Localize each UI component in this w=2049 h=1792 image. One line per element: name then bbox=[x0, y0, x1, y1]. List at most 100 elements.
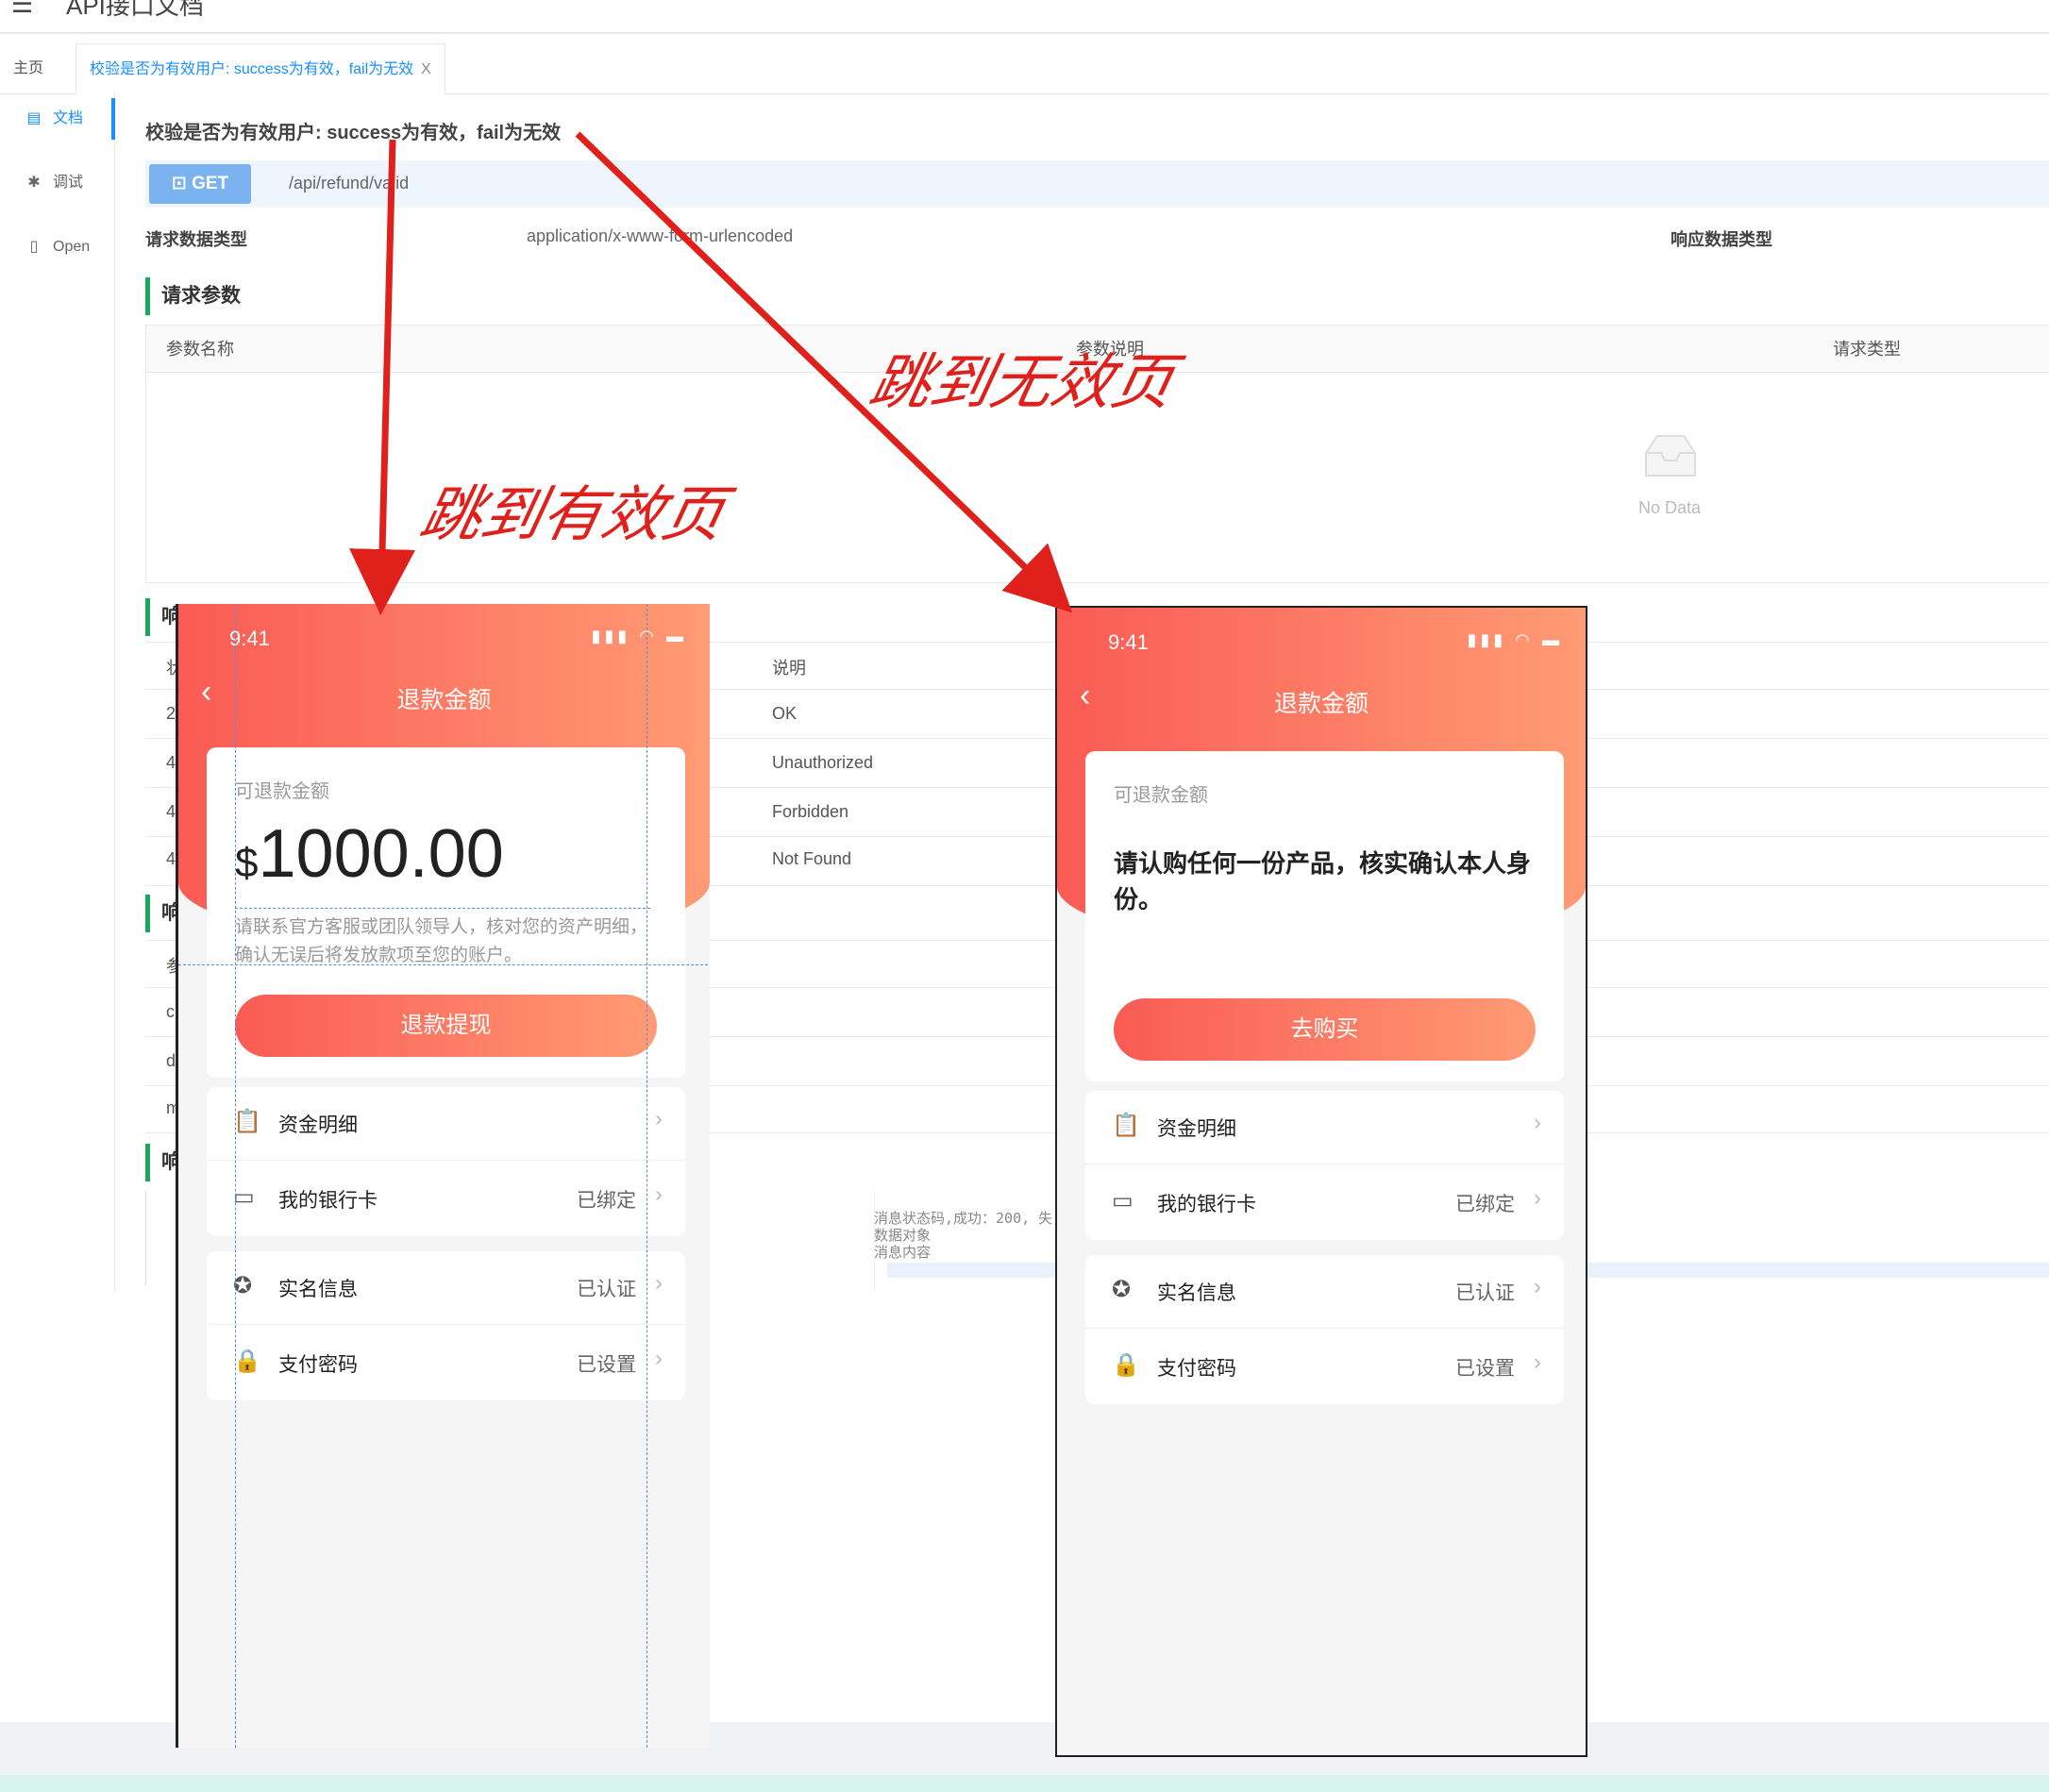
bug-icon: ✱ bbox=[27, 175, 41, 191]
side-item-debug[interactable]: ✱ 调试 bbox=[0, 164, 113, 202]
phone-title: 退款金额 bbox=[1273, 691, 1369, 717]
code-comment: 消息内容 bbox=[874, 1244, 932, 1261]
refundable-label: 可退款金额 bbox=[1114, 785, 1208, 806]
refund-card: 可退款金额 请认购任何一份产品，核实确认本人身份。 去购买 bbox=[1085, 751, 1564, 1081]
guide-line bbox=[178, 964, 710, 965]
phone-title: 退款金额 bbox=[396, 687, 492, 713]
document-icon: ▤ bbox=[26, 110, 42, 126]
menu-row-bankcard[interactable]: ▭ 我的银行卡 已绑定 › bbox=[1085, 1166, 1564, 1240]
menu-row-label: 支付密码 bbox=[278, 1354, 358, 1376]
side-item-doc[interactable]: ▤ 文档 bbox=[0, 100, 113, 138]
refund-card: 可退款金额 $1000.00 请联系官方客服或团队领导人，核对您的资产明细，确认… bbox=[207, 747, 685, 1078]
chevron-right-icon: › bbox=[1534, 1274, 1541, 1299]
menu-row-bankcard[interactable]: ▭ 我的银行卡 已绑定 › bbox=[207, 1163, 685, 1236]
side-item-open-label: Open bbox=[53, 239, 91, 255]
tab-active-label: 校验是否为有效用户: success为有效，fail为无效 bbox=[90, 61, 414, 77]
status-row-prefix: 4 bbox=[166, 802, 176, 821]
guide-line bbox=[235, 908, 650, 909]
side-item-open[interactable]: ▯ Open bbox=[0, 228, 113, 266]
params-col-name: 参数名称 bbox=[166, 340, 234, 359]
chevron-right-icon: › bbox=[655, 1346, 663, 1371]
tab-bar: 主页 校验是否为有效用户: success为有效，fail为无效 X bbox=[0, 43, 2049, 94]
lock-icon: 🔒 bbox=[233, 1348, 261, 1374]
refund-note: 请联系官方客服或团队领导人，核对您的资产明细，确认无误后将发放款项至您的账户。 bbox=[235, 917, 648, 965]
clipboard-icon: 📋 bbox=[233, 1109, 261, 1134]
menu-row-label: 实名信息 bbox=[278, 1279, 358, 1300]
menu-group-2: ✪ 实名信息 已认证 › 🔒 支付密码 已设置 › bbox=[207, 1251, 685, 1400]
menu-row-label: 我的银行卡 bbox=[1157, 1194, 1256, 1215]
menu-row-value: 已认证 bbox=[577, 1279, 636, 1300]
close-icon[interactable]: X bbox=[421, 61, 431, 77]
resp-type-label: 响应数据类型 bbox=[1671, 230, 1772, 249]
menu-group-1: 📋 资金明细 › ▭ 我的银行卡 已绑定 › bbox=[1085, 1091, 1564, 1240]
menu-row-paypassword[interactable]: 🔒 支付密码 已设置 › bbox=[207, 1327, 685, 1400]
phone-invalid-screen: 9:41 ▮▮▮ ◠ ▬ ‹ 退款金额 可退款金额 请认购任何一份产品，核实确认… bbox=[1055, 606, 1587, 1757]
menu-row-label: 实名信息 bbox=[1157, 1282, 1236, 1304]
refundable-label: 可退款金额 bbox=[235, 781, 329, 802]
clipboard-icon: 📋 bbox=[1112, 1113, 1140, 1138]
empty-box-icon bbox=[1645, 435, 1696, 477]
bankcard-icon: ▭ bbox=[233, 1184, 255, 1210]
file-icon: ▯ bbox=[29, 239, 39, 255]
menu-row-funds[interactable]: 📋 资金明细 › bbox=[207, 1087, 685, 1161]
lock-icon: 🔒 bbox=[1112, 1352, 1140, 1378]
chevron-right-icon: › bbox=[1534, 1185, 1541, 1211]
code-comment: 消息状态码,成功：200, 失 bbox=[874, 1210, 1053, 1227]
currency-symbol: $ bbox=[235, 840, 259, 886]
badge-icon: ✪ bbox=[233, 1273, 253, 1298]
go-buy-button[interactable]: 去购买 bbox=[1114, 998, 1536, 1061]
params-heading: 请求参数 bbox=[145, 277, 241, 315]
chevron-right-icon: › bbox=[1534, 1349, 1541, 1375]
guide-line bbox=[235, 604, 236, 1748]
menu-row-value: 已绑定 bbox=[1455, 1194, 1515, 1215]
status-row-prefix: 4 bbox=[166, 849, 176, 868]
menu-row-label: 资金明细 bbox=[278, 1114, 358, 1136]
resp-row-prefix: c bbox=[166, 1002, 175, 1021]
refund-withdraw-button[interactable]: 退款提现 bbox=[235, 995, 657, 1057]
doc-title: 校验是否为有效用户: success为有效，fail为无效 bbox=[145, 123, 562, 143]
menu-row-funds[interactable]: 📋 资金明细 › bbox=[1085, 1091, 1564, 1164]
menu-group-1: 📋 资金明细 › ▭ 我的银行卡 已绑定 › bbox=[207, 1087, 685, 1236]
side-menu bbox=[0, 94, 115, 1293]
bottom-strip bbox=[0, 1775, 2049, 1792]
status-icons: ▮▮▮ ◠ ▬ bbox=[591, 627, 687, 645]
refund-amount: $1000.00 bbox=[235, 815, 504, 893]
menu-row-value: 已设置 bbox=[577, 1354, 636, 1376]
status-desc-notfound: Not Found bbox=[772, 849, 852, 868]
req-type-value: application/x-www-form-urlencoded bbox=[527, 226, 794, 245]
menu-row-paypassword[interactable]: 🔒 支付密码 已设置 › bbox=[1085, 1331, 1564, 1404]
status-icons: ▮▮▮ ◠ ▬ bbox=[1467, 630, 1563, 649]
status-row-prefix: 4 bbox=[166, 753, 176, 772]
params-col-type: 请求类型 bbox=[1833, 340, 1901, 359]
chevron-right-icon: › bbox=[655, 1106, 663, 1131]
app-title: API接口文档 bbox=[66, 0, 204, 20]
req-type-label: 请求数据类型 bbox=[145, 230, 247, 249]
menu-row-label: 资金明细 bbox=[1157, 1118, 1236, 1140]
unlock-icon: ⊡ bbox=[171, 174, 193, 193]
method-badge[interactable]: ⊡ GET bbox=[149, 164, 251, 204]
url-row: ⊡ GET /api/refund/valid bbox=[145, 160, 2049, 208]
status-desc-unauthorized: Unauthorized bbox=[772, 753, 874, 772]
status-time: 9:41 bbox=[1108, 630, 1149, 654]
menu-group-2: ✪ 实名信息 已认证 › 🔒 支付密码 已设置 › bbox=[1085, 1255, 1564, 1404]
menu-row-value: 已设置 bbox=[1455, 1358, 1515, 1380]
top-header: ☰ API接口文档 bbox=[0, 0, 2049, 34]
side-item-doc-label: 文档 bbox=[53, 110, 84, 126]
annotation-valid: 跳到有效页 bbox=[413, 480, 731, 550]
tab-active[interactable]: 校验是否为有效用户: success为有效，fail为无效 X bbox=[76, 43, 445, 94]
chevron-right-icon: › bbox=[655, 1181, 663, 1207]
verify-message: 请认购任何一份产品，核实确认本人身份。 bbox=[1114, 849, 1532, 913]
no-data-text: No Data bbox=[1638, 498, 1702, 517]
api-url: /api/refund/valid bbox=[289, 174, 410, 193]
side-item-debug-label: 调试 bbox=[53, 175, 84, 191]
bankcard-icon: ▭ bbox=[1112, 1188, 1134, 1214]
method-label: GET bbox=[192, 174, 229, 193]
menu-icon[interactable]: ☰ bbox=[11, 0, 33, 16]
badge-icon: ✪ bbox=[1112, 1277, 1132, 1302]
chevron-right-icon: › bbox=[1534, 1110, 1541, 1135]
tab-home[interactable]: 主页 bbox=[0, 43, 57, 94]
code-gutter bbox=[145, 1191, 146, 1285]
chevron-right-icon: › bbox=[655, 1270, 663, 1296]
menu-row-realname[interactable]: ✪ 实名信息 已认证 › bbox=[1085, 1255, 1564, 1329]
menu-row-realname[interactable]: ✪ 实名信息 已认证 › bbox=[207, 1251, 685, 1325]
